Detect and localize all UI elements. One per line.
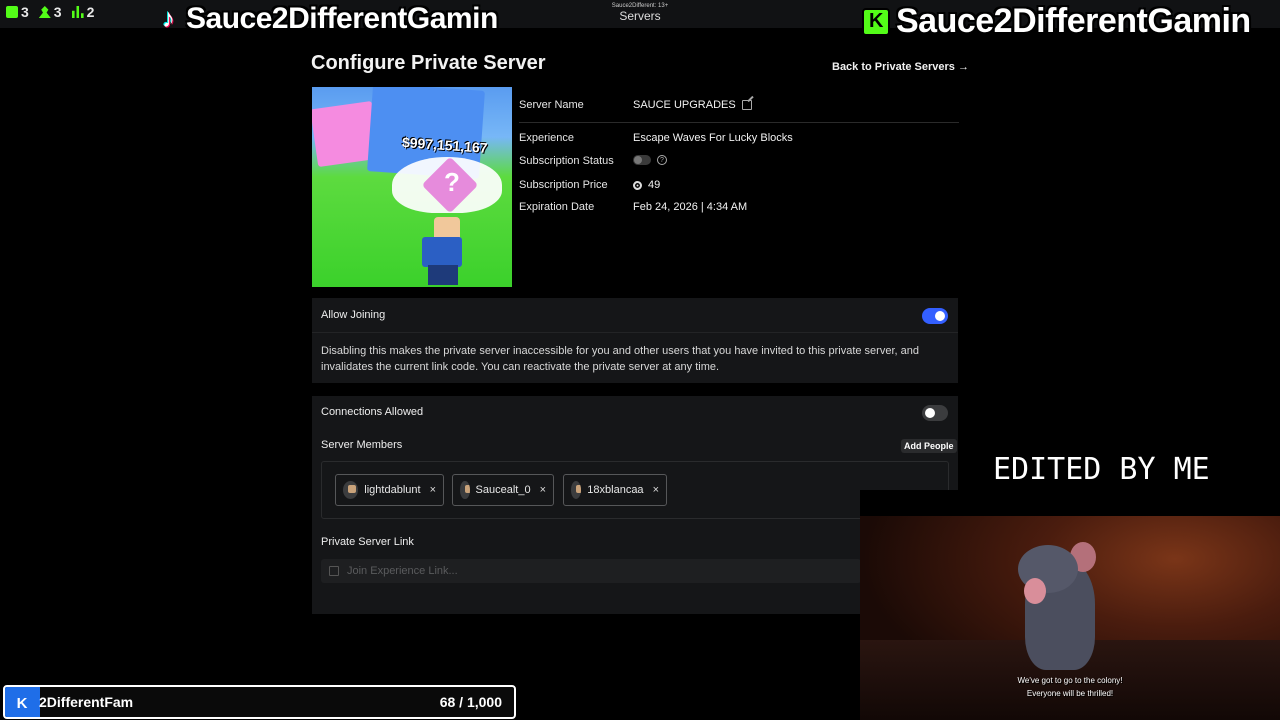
subscription-price-label: Subscription Price bbox=[519, 179, 608, 191]
edit-icon[interactable] bbox=[741, 100, 752, 110]
allow-joining-label: Allow Joining bbox=[321, 309, 386, 321]
avatar bbox=[571, 481, 582, 499]
video-letterbox bbox=[860, 490, 1280, 516]
stat-viewers: 3 bbox=[38, 4, 62, 20]
stat-viewers-value: 3 bbox=[53, 4, 62, 20]
kick-logo-icon: K bbox=[862, 7, 890, 36]
member-name: Saucealt_0 bbox=[475, 484, 531, 496]
member-name: lightdablunt bbox=[364, 484, 421, 496]
stat-chart-value: 2 bbox=[86, 4, 95, 20]
connections-allowed-toggle[interactable] bbox=[922, 405, 948, 421]
back-to-private-servers-link[interactable]: Back to Private Servers → bbox=[832, 61, 969, 73]
add-people-button[interactable]: Add People bbox=[901, 439, 957, 453]
remove-member-icon[interactable]: × bbox=[430, 484, 436, 496]
bar-chart-icon bbox=[71, 6, 84, 18]
follower-goal-count: 68 / 1,000 bbox=[439, 694, 502, 710]
avatar bbox=[343, 481, 359, 499]
server-name-value: SAUCE UPGRADES bbox=[633, 99, 736, 111]
subscription-price-value: 49 bbox=[648, 179, 661, 191]
thumbnail-character-body bbox=[422, 237, 462, 267]
tiktok-icon bbox=[162, 3, 182, 34]
expiration-label: Expiration Date bbox=[519, 201, 595, 213]
expiration-value: Feb 24, 2026 | 4:34 AM bbox=[633, 201, 748, 213]
streamer-name-right: K Sauce2DifferentGamin bbox=[862, 2, 1251, 41]
allow-joining-description: Disabling this makes the private server … bbox=[321, 345, 919, 373]
subscription-price-wrap: 49 bbox=[633, 179, 660, 191]
subscription-status-wrap: ? bbox=[633, 155, 667, 165]
subscription-status-toggle[interactable] bbox=[633, 155, 651, 165]
server-name-label: Server Name bbox=[519, 99, 584, 111]
allow-joining-separator bbox=[312, 332, 958, 333]
robux-icon bbox=[633, 180, 642, 190]
private-server-link-field[interactable]: Join Experience Link... bbox=[321, 559, 861, 583]
help-icon[interactable]: ? bbox=[657, 155, 667, 165]
toggle-knob bbox=[935, 311, 945, 321]
toggle-knob bbox=[925, 408, 935, 418]
kick-icon: K bbox=[16, 694, 28, 712]
video-overlay: We've got to go to the colony! Everyone … bbox=[860, 490, 1280, 720]
rat-nose bbox=[1024, 578, 1046, 604]
subscription-status-label: Subscription Status bbox=[519, 155, 614, 167]
copy-icon[interactable] bbox=[329, 566, 339, 576]
member-chip: 18xblancaa × bbox=[563, 474, 667, 506]
member-name: 18xblancaa bbox=[587, 484, 644, 496]
stream-stats: 3 3 2 bbox=[6, 4, 94, 20]
stat-kick-value: 3 bbox=[21, 4, 29, 20]
remove-member-icon[interactable]: × bbox=[540, 484, 546, 496]
video-subtitle-line1: We've got to go to the colony! bbox=[1017, 676, 1123, 685]
streamer-name-left-text: Sauce2DifferentGamin bbox=[186, 2, 498, 35]
video-subtitle-line2: Everyone will be thrilled! bbox=[1026, 689, 1114, 698]
top-center-title: Sauce2Different: 13+ Servers bbox=[580, 3, 700, 23]
member-chip: Saucealt_0 × bbox=[452, 474, 554, 506]
details-divider bbox=[519, 122, 959, 123]
thumbnail-question-mark: ? bbox=[444, 167, 460, 197]
stat-chart: 2 bbox=[71, 4, 95, 20]
member-chip: lightdablunt × bbox=[335, 474, 444, 506]
servers-heading: Servers bbox=[619, 9, 661, 23]
connections-allowed-label: Connections Allowed bbox=[321, 406, 424, 418]
edited-by-me-text: EDITED BY ME bbox=[993, 452, 1210, 487]
stat-kick: 3 bbox=[6, 4, 29, 20]
server-name-value-wrap: SAUCE UPGRADES bbox=[633, 99, 752, 111]
server-members-label: Server Members bbox=[321, 439, 403, 451]
remove-member-icon[interactable]: × bbox=[653, 484, 659, 496]
follower-goal-bar: K 2DifferentFam 68 / 1,000 bbox=[3, 685, 516, 719]
experience-label: Experience bbox=[519, 132, 575, 144]
kick-icon bbox=[6, 6, 18, 18]
person-icon bbox=[38, 6, 51, 18]
page-title: Configure Private Server bbox=[311, 52, 546, 74]
streamer-name-left: Sauce2DifferentGamin bbox=[162, 2, 498, 36]
link-placeholder: Join Experience Link... bbox=[347, 565, 458, 577]
follower-goal-name: 2DifferentFam bbox=[39, 694, 134, 710]
streamer-name-right-text: Sauce2DifferentGamin bbox=[896, 2, 1251, 40]
avatar bbox=[460, 481, 470, 499]
private-server-link-label: Private Server Link bbox=[321, 536, 414, 548]
experience-thumbnail: ? $997,151,167 bbox=[312, 87, 512, 287]
thumbnail-character-legs bbox=[428, 265, 458, 285]
experience-value: Escape Waves For Lucky Blocks bbox=[633, 132, 793, 144]
allow-joining-toggle[interactable] bbox=[922, 308, 948, 324]
